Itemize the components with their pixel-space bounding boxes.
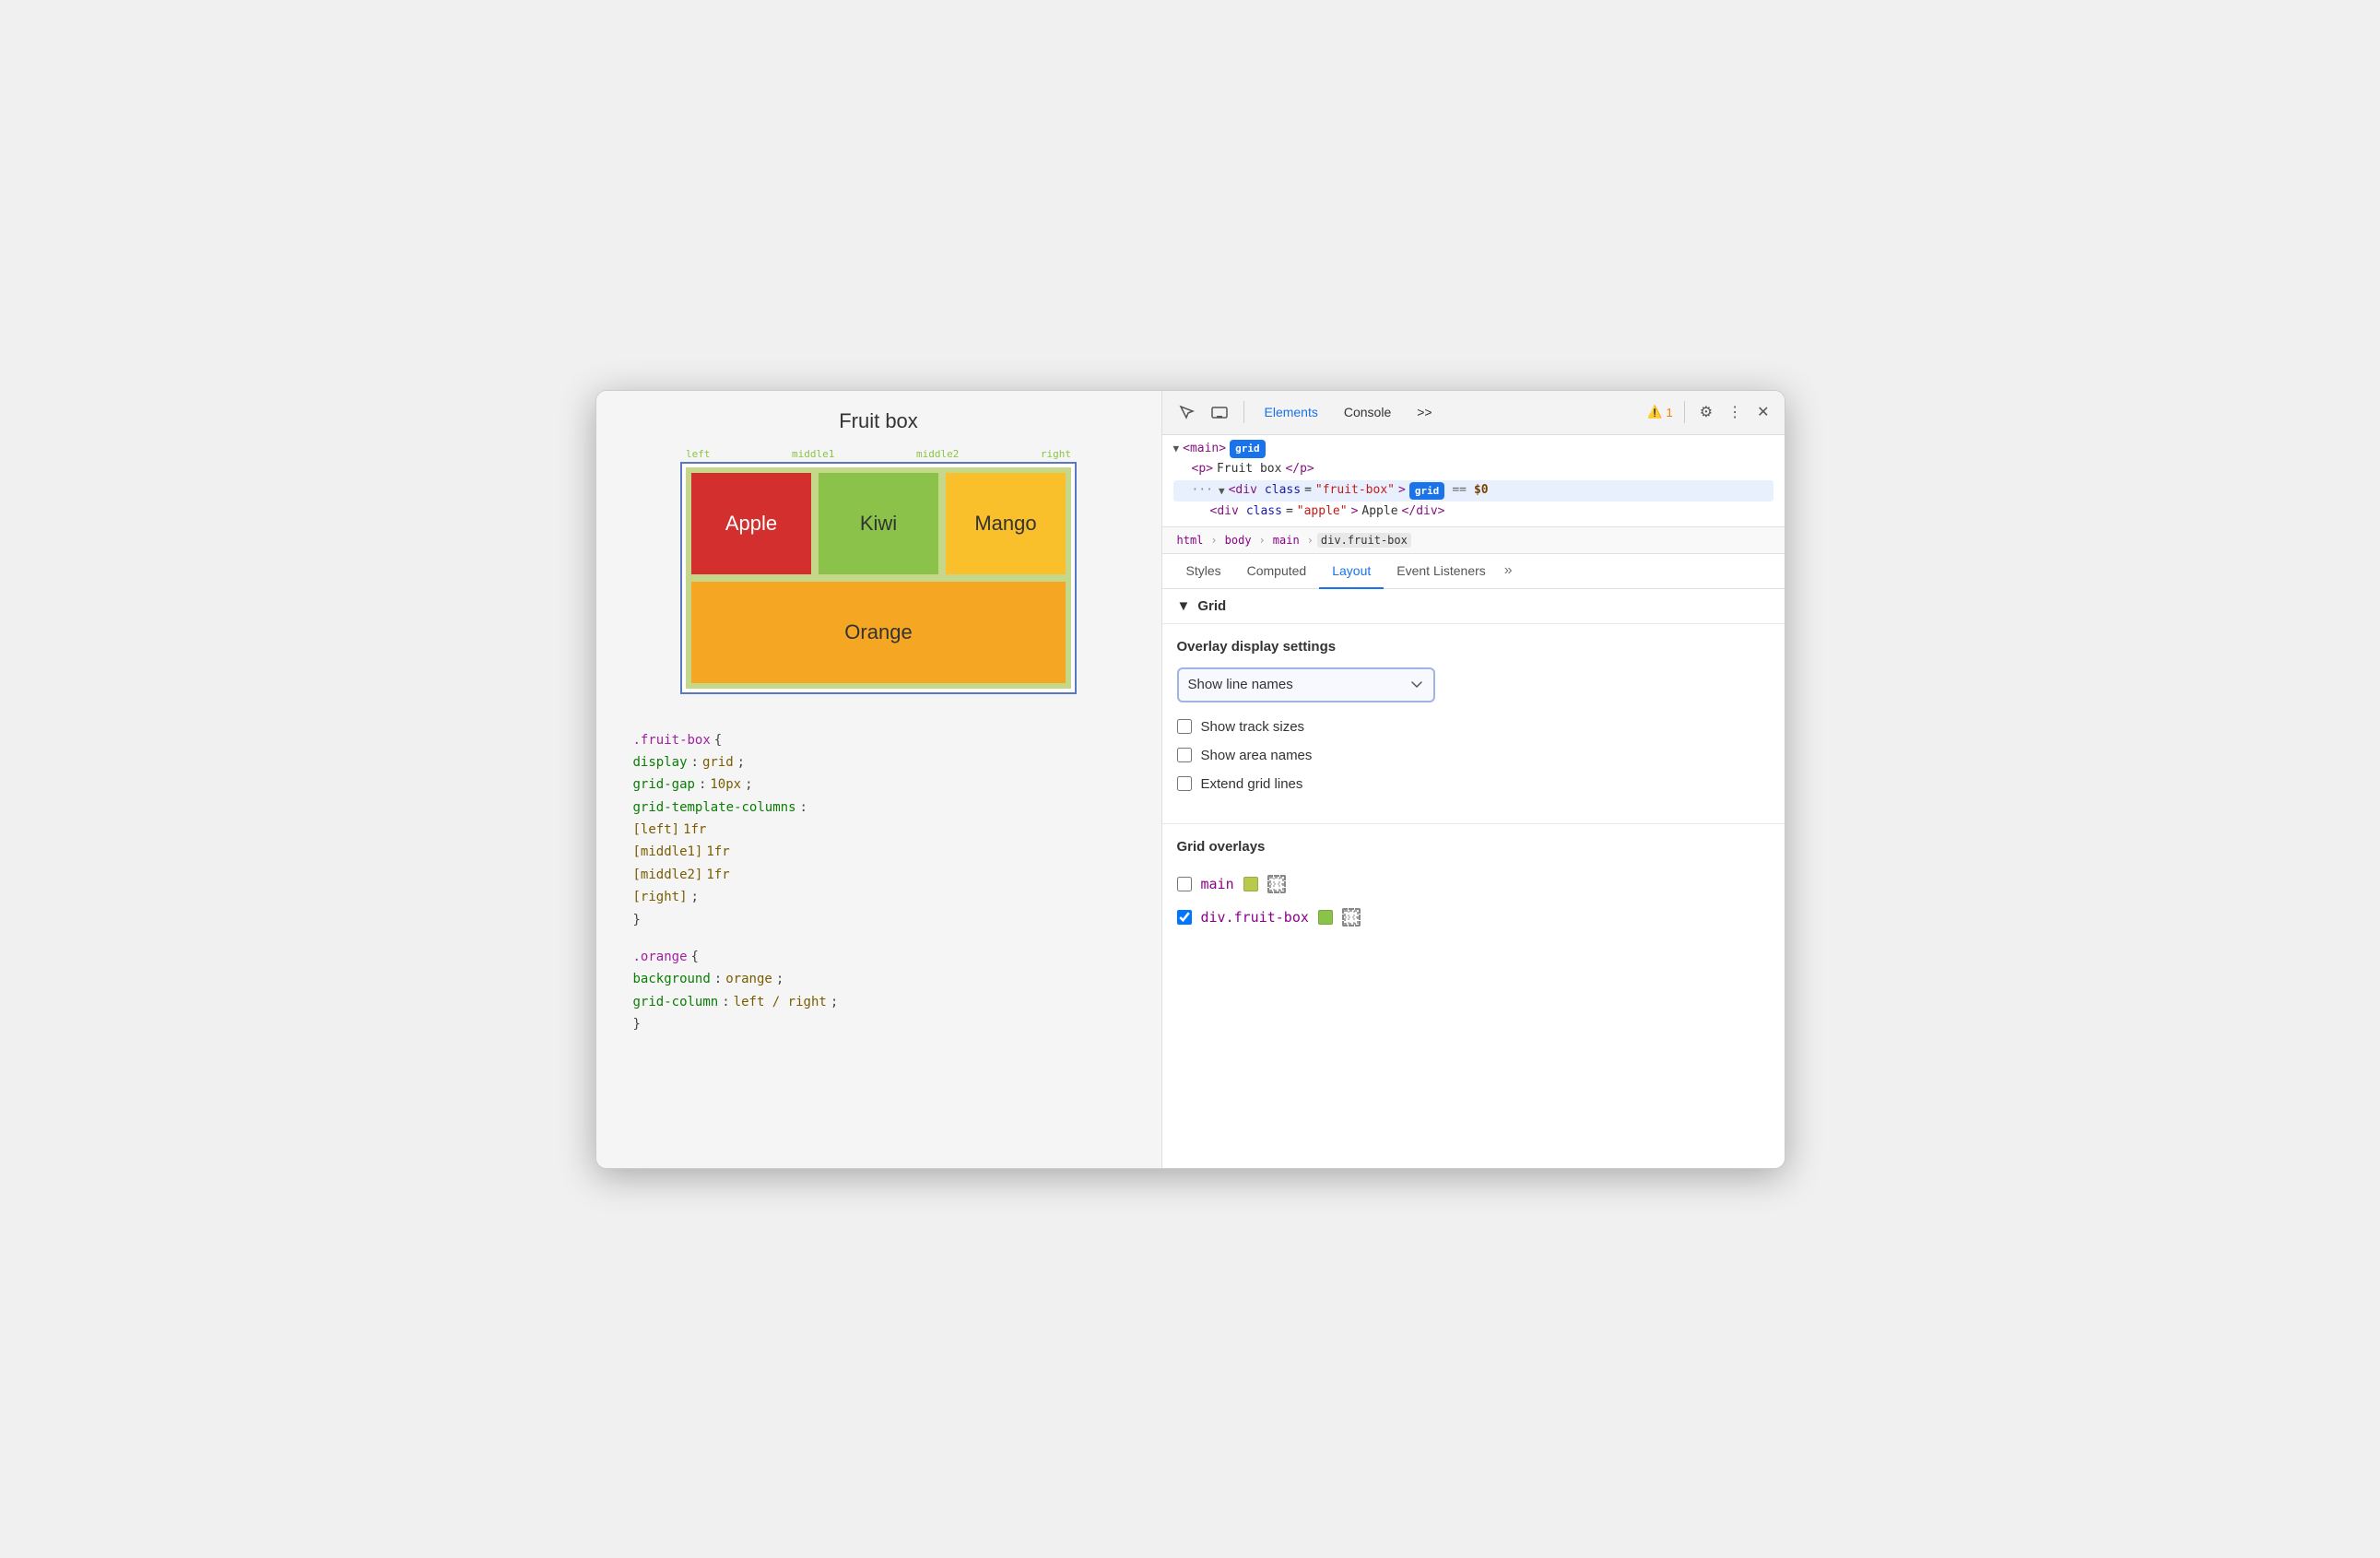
kiwi-cell: Kiwi — [819, 473, 938, 574]
extend-grid-lines-row: Extend grid lines — [1177, 776, 1770, 792]
sub-tabs: Styles Computed Layout Event Listeners » — [1162, 554, 1785, 589]
page-title: Fruit box — [839, 409, 918, 433]
line-names-dropdown[interactable]: Show line names Show line numbers Hide l… — [1177, 667, 1435, 702]
fruit-box-grid-icon[interactable] — [1342, 908, 1361, 927]
device-toggle-icon[interactable] — [1207, 399, 1232, 425]
fruit-box-overlay-checkbox[interactable] — [1177, 910, 1192, 925]
main-grid-icon[interactable] — [1267, 875, 1286, 893]
tab-styles[interactable]: Styles — [1173, 554, 1234, 589]
tab-console[interactable]: Console — [1335, 401, 1400, 423]
code-selector-fruit: .fruit-box — [633, 730, 711, 750]
breadcrumb-body[interactable]: body — [1221, 533, 1255, 548]
grid-section-header[interactable]: ▼ Grid — [1162, 589, 1785, 624]
dom-line-main: ▼ <main> grid — [1173, 439, 1773, 460]
line-label-left: left — [686, 448, 711, 460]
show-track-sizes-checkbox[interactable] — [1177, 719, 1192, 734]
overlay-settings-title: Overlay display settings — [1177, 639, 1770, 655]
dom-line-apple: <div class = "apple" > Apple </div> — [1173, 502, 1773, 523]
overlay-row-main: main — [1162, 868, 1785, 901]
settings-icon[interactable]: ⚙ — [1696, 399, 1716, 425]
devtools-panel: Elements Console >> ⚠️ 1 ⚙ ⋮ ✕ ▼ <main> … — [1162, 391, 1785, 1168]
grid-overlays-title: Grid overlays — [1162, 824, 1785, 855]
toolbar-sep2 — [1684, 401, 1685, 423]
toolbar-separator — [1243, 401, 1244, 423]
overlay-row-fruit-box: div.fruit-box — [1162, 901, 1785, 934]
breadcrumb: html › body › main › div.fruit-box — [1162, 527, 1785, 554]
extend-grid-lines-checkbox[interactable] — [1177, 776, 1192, 791]
show-area-names-checkbox[interactable] — [1177, 748, 1192, 762]
show-area-names-row: Show area names — [1177, 748, 1770, 763]
dom-panel: ▼ <main> grid <p> Fruit box </p> ··· ▼ <… — [1162, 435, 1785, 527]
grid-overlays-section: Grid overlays main — [1162, 824, 1785, 934]
show-area-names-label: Show area names — [1201, 748, 1313, 763]
tab-elements[interactable]: Elements — [1255, 401, 1327, 423]
more-options-icon[interactable]: ⋮ — [1724, 399, 1746, 425]
code-block: .fruit-box { display : grid ; grid-gap :… — [615, 720, 1143, 1045]
line-names-dropdown-wrapper: Show line names Show line numbers Hide l… — [1177, 667, 1770, 702]
breadcrumb-fruit-box[interactable]: div.fruit-box — [1317, 533, 1411, 548]
grid-section-label: Grid — [1197, 598, 1226, 614]
breadcrumb-main[interactable]: main — [1269, 533, 1303, 548]
main-overlay-label: main — [1201, 876, 1234, 892]
dom-line-p: <p> Fruit box </p> — [1173, 459, 1773, 480]
more-tabs-icon[interactable]: » — [1499, 555, 1518, 586]
code-selector-orange: .orange — [633, 947, 688, 967]
warning-badge[interactable]: ⚠️ 1 — [1647, 405, 1672, 419]
overlay-settings-section: Overlay display settings Show line names… — [1162, 624, 1785, 824]
browser-window: Fruit box left middle1 middle2 right App… — [595, 390, 1785, 1169]
devtools-toolbar: Elements Console >> ⚠️ 1 ⚙ ⋮ ✕ — [1162, 391, 1785, 435]
orange-cell: Orange — [691, 582, 1066, 683]
extend-grid-lines-label: Extend grid lines — [1201, 776, 1303, 792]
line-label-middle2: middle2 — [916, 448, 959, 460]
show-track-sizes-row: Show track sizes — [1177, 719, 1770, 735]
show-track-sizes-label: Show track sizes — [1201, 719, 1305, 735]
tab-more[interactable]: >> — [1408, 401, 1441, 423]
main-overlay-checkbox[interactable] — [1177, 877, 1192, 891]
tab-event-listeners[interactable]: Event Listeners — [1384, 554, 1499, 589]
mango-cell: Mango — [946, 473, 1066, 574]
left-panel: Fruit box left middle1 middle2 right App… — [596, 391, 1162, 1168]
layout-content: ▼ Grid Overlay display settings Show lin… — [1162, 589, 1785, 1168]
apple-cell: Apple — [691, 473, 811, 574]
inspect-icon[interactable] — [1173, 399, 1199, 425]
fruit-box-color-swatch[interactable] — [1318, 910, 1333, 925]
dom-line-fruit-box[interactable]: ··· ▼ <div class = "fruit-box" > grid ==… — [1173, 480, 1773, 502]
tab-layout[interactable]: Layout — [1319, 554, 1384, 589]
main-color-swatch[interactable] — [1243, 877, 1258, 891]
breadcrumb-html[interactable]: html — [1173, 533, 1208, 548]
close-icon[interactable]: ✕ — [1753, 399, 1773, 425]
tab-computed[interactable]: Computed — [1234, 554, 1320, 589]
fruit-box-overlay-label: div.fruit-box — [1201, 909, 1309, 926]
line-label-middle1: middle1 — [792, 448, 834, 460]
fruit-grid: Apple Kiwi Mango Orange — [686, 467, 1071, 689]
line-label-right: right — [1041, 448, 1071, 460]
